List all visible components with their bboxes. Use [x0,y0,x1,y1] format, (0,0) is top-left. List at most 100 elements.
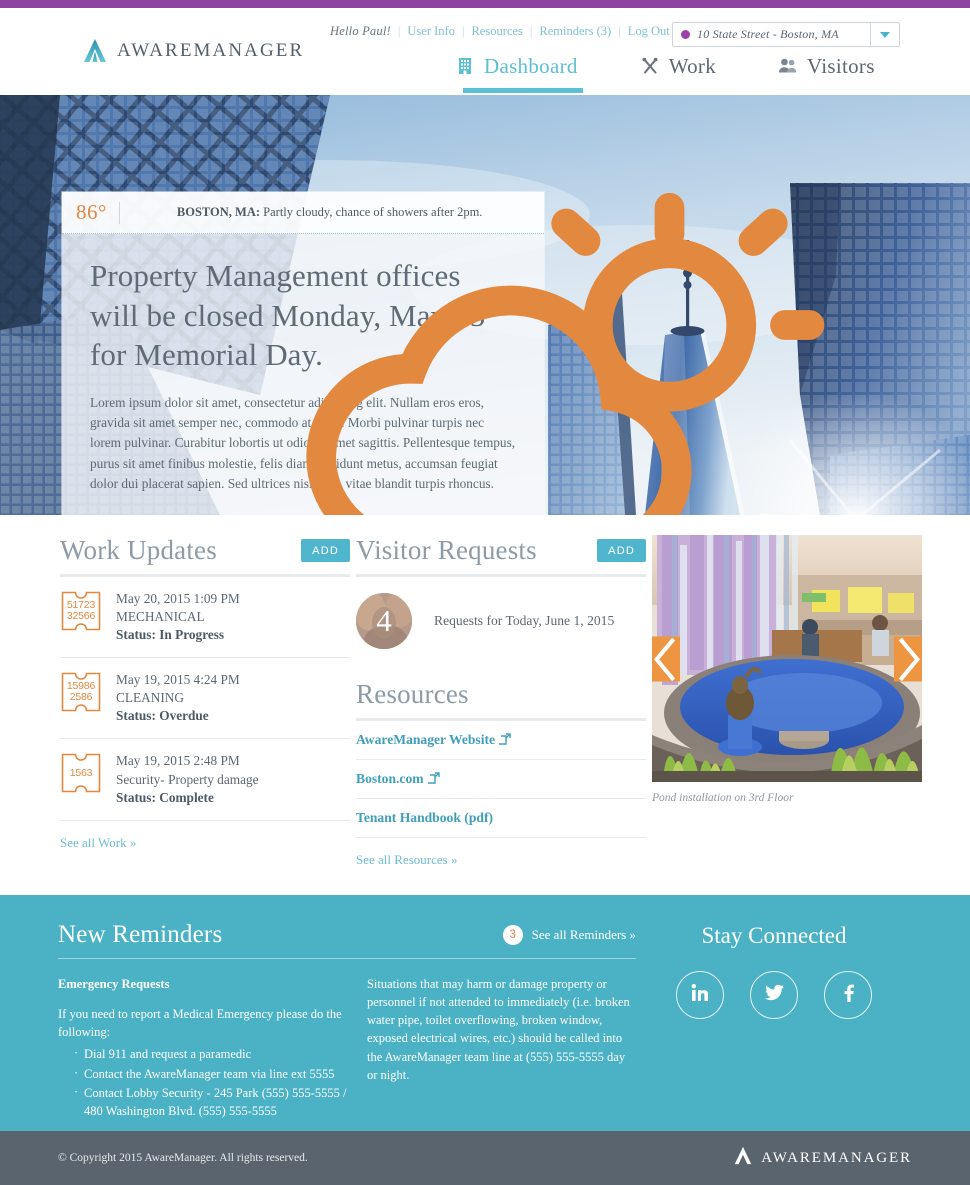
facebook-link[interactable] [824,971,872,1019]
resources-link[interactable]: Resources [471,24,522,39]
work-order-ticket-icon: 1563 [60,752,102,794]
work-order-id: 15986 2586 [66,679,96,704]
stay-connected-title: Stay Connected [701,923,847,948]
new-reminders-header: New Reminders 3 See all Reminders » [58,921,636,949]
chevron-right-icon [898,637,921,681]
see-all-work-link[interactable]: See all Work » [60,835,136,851]
building-icon [455,56,475,76]
resource-label: Tenant Handbook (pdf) [356,810,493,825]
work-updates-section: Work Updates ADD 51723 32566 May 20, 2015… [60,535,350,869]
carousel-next-button[interactable] [894,636,922,681]
visitor-requests-header: Visitor Requests ADD [356,535,646,574]
footer-logo-text: AWAREMANAGER [761,1149,912,1166]
nav-visitors[interactable]: Visitors [778,56,875,93]
work-order-id-line1: 51723 [66,598,96,611]
nav-dashboard-label: Dashboard [484,54,578,78]
utility-links: Hello Paul! | User Info | Resources | Re… [330,24,670,39]
resources-header: Resources [356,679,646,718]
visitor-requests-summary[interactable]: 4 Requests for Today, June 1, 2015 [356,577,646,655]
visitor-request-count: 4 [376,603,392,638]
nav-visitors-label: Visitors [807,54,875,78]
avatar: 4 [356,593,412,649]
emergency-requests-intro: If you need to report a Medical Emergenc… [58,1007,342,1040]
work-order-list: 51723 32566 May 20, 2015 1:09 PM MECHANIC… [60,577,350,821]
utility-bar: Hello Paul! | User Info | Resources | Re… [330,22,970,47]
work-order-date: May 19, 2015 4:24 PM [116,672,240,688]
work-order-id: 1563 [69,766,93,779]
work-order-status: Status: Overdue [116,708,209,724]
nav-work[interactable]: Work [640,56,716,93]
work-order-row[interactable]: 15986 2586 May 19, 2015 4:24 PM CLEANING … [60,658,350,740]
reminders-header-right: 3 See all Reminders » [502,925,636,945]
work-order-category: MECHANICAL [116,609,205,625]
weather-strip: 86° BOSTON, MA: Partly cloudy, chance of… [62,192,825,515]
work-order-row[interactable]: 1563 May 19, 2015 2:48 PM Security- Prop… [60,739,350,821]
nav-work-label: Work [668,54,717,78]
work-order-id-line2: 32566 [66,610,96,622]
chevron-down-icon[interactable] [870,23,899,46]
facebook-icon [837,982,859,1009]
greeting-text: Hello Paul! [330,24,391,38]
resource-link[interactable]: Boston.com [356,760,646,799]
external-link-icon [497,733,511,745]
awaremanager-logo-icon [82,38,108,64]
work-order-ticket-icon: 15986 2586 [60,671,102,713]
see-all-reminders-link[interactable]: See all Reminders » [532,927,636,943]
user-info-link[interactable]: User Info [407,24,455,39]
footer-logo[interactable]: AWAREMANAGER [733,1146,912,1171]
site-selector[interactable]: 10 State Street - Boston, MA [672,22,900,47]
top-accent-stripe [0,0,970,8]
separator: | [397,24,401,38]
partly-cloudy-icon [132,192,825,515]
emergency-steps-list: Dial 911 and request a paramedic Contact… [58,1044,347,1120]
new-reminders-title: New Reminders [58,921,223,948]
resource-link[interactable]: Tenant Handbook (pdf) [356,799,646,838]
carousel-image-frame [652,535,922,782]
pond-installation-photo [652,535,922,782]
brand-logo[interactable]: AWAREMANAGER [82,38,304,64]
list-item: Dial 911 and request a paramedic [74,1044,347,1063]
stay-connected-section: Stay Connected [636,921,912,1121]
linkedin-link[interactable] [676,971,724,1019]
divider [58,958,636,959]
list-item: Contact the AwareManager team via line e… [74,1063,347,1083]
work-order-details: May 19, 2015 4:24 PM CLEANING Status: Ov… [116,671,240,725]
site-selector-value: 10 State Street - Boston, MA [697,27,839,41]
main-navigation: Dashboard Work Visitors [455,56,875,93]
reminders-count-badge: 3 [502,925,523,945]
resource-link[interactable]: AwareManager Website [356,721,646,760]
copyright-text: © Copyright 2015 AwareManager. All right… [58,1152,308,1164]
emergency-requests-column: Emergency Requests If you need to report… [58,975,347,1121]
new-reminders-section: New Reminders 3 See all Reminders » Emer… [58,921,636,1121]
carousel-prev-button[interactable] [652,636,680,681]
visitor-requests-add-button[interactable]: ADD [597,539,646,562]
separator: | [529,24,533,38]
separator: | [618,24,621,38]
separator: | [461,24,465,38]
site-footer: © Copyright 2015 AwareManager. All right… [0,1131,970,1185]
work-updates-header: Work Updates ADD [60,535,350,574]
emergency-situations-column: Situations that may harm or damage prope… [366,977,630,1082]
work-order-row[interactable]: 51723 32566 May 20, 2015 1:09 PM MECHANIC… [60,577,350,659]
work-order-date: May 19, 2015 2:48 PM [116,753,240,769]
work-order-category: CLEANING [116,690,184,706]
brand-logo-text: AWAREMANAGER [117,40,305,61]
reminders-columns: Emergency Requests If you need to report… [58,975,636,1121]
logout-link[interactable]: Log Out [628,24,670,39]
work-order-status: Status: Complete [116,789,214,805]
work-order-id-line1: 15986 [66,679,96,692]
media-carousel-section: Pond installation on 3rd Floor [652,535,932,869]
nav-dashboard[interactable]: Dashboard [455,54,583,93]
twitter-link[interactable] [750,971,798,1019]
hero-banner: 86° BOSTON, MA: Partly cloudy, chance of… [0,95,970,515]
reminders-link[interactable]: Reminders (3) [539,24,611,39]
resource-label: AwareManager Website [356,732,496,747]
see-all-resources-link[interactable]: See all Resources » [356,852,457,868]
tools-icon [640,56,660,76]
site-status-dot [681,30,690,39]
resource-label: Boston.com [356,771,424,786]
visitor-requests-title: Visitor Requests [356,535,537,565]
work-order-status: Status: In Progress [116,627,225,643]
work-updates-add-button[interactable]: ADD [301,539,350,562]
work-order-details: May 20, 2015 1:09 PM MECHANICAL Status: … [116,590,240,644]
